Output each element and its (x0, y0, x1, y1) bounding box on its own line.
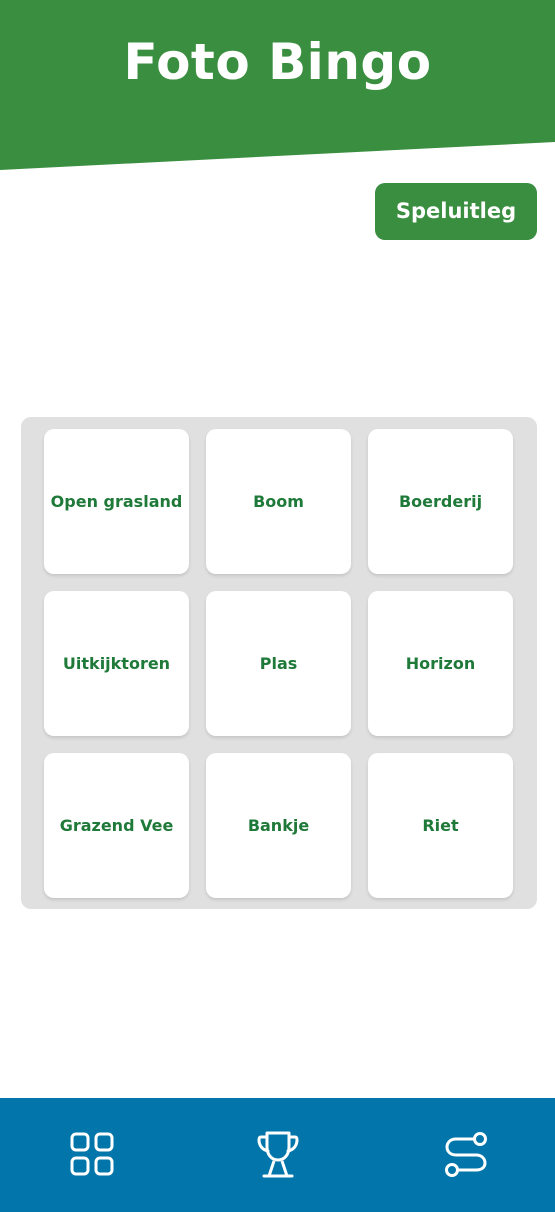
bingo-cell-grazend-vee[interactable]: Grazend Vee (44, 753, 189, 898)
nav-trophy-button[interactable] (248, 1125, 308, 1185)
nav-bingo-button[interactable] (62, 1125, 122, 1185)
bingo-cell-label: Bankje (247, 815, 310, 835)
bingo-board: Open grasland Boom Boerderij Uitkijktore… (21, 417, 537, 909)
bingo-cell-label: Horizon (405, 653, 476, 673)
bingo-cell-open-grasland[interactable]: Open grasland (44, 429, 189, 574)
bingo-cell-label: Plas (259, 653, 298, 673)
bingo-cell-riet[interactable]: Riet (368, 753, 513, 898)
bingo-cell-plas[interactable]: Plas (206, 591, 351, 736)
bingo-cell-label: Riet (422, 815, 459, 835)
nav-route-button[interactable] (436, 1125, 496, 1185)
bingo-cell-uitkijktoren[interactable]: Uitkijktoren (44, 591, 189, 736)
bottom-navigation (0, 1098, 555, 1212)
bingo-cell-label: Boom (253, 491, 304, 511)
bingo-cell-label: Uitkijktoren (62, 653, 171, 673)
help-button[interactable]: Speluitleg (375, 183, 537, 240)
bingo-cell-label: Open grasland (50, 491, 183, 511)
bingo-cell-label: Grazend Vee (59, 815, 174, 835)
route-icon (445, 1132, 487, 1177)
bingo-cell-boerderij[interactable]: Boerderij (368, 429, 513, 574)
grid-icon (70, 1132, 114, 1176)
bingo-cell-horizon[interactable]: Horizon (368, 591, 513, 736)
bingo-cell-label: Boerderij (398, 491, 483, 511)
trophy-icon (257, 1131, 299, 1178)
bingo-grid: Open grasland Boom Boerderij Uitkijktore… (44, 429, 513, 898)
bingo-cell-bankje[interactable]: Bankje (206, 753, 351, 898)
header: Foto Bingo (0, 0, 555, 172)
page-title: Foto Bingo (123, 33, 432, 91)
bingo-cell-boom[interactable]: Boom (206, 429, 351, 574)
